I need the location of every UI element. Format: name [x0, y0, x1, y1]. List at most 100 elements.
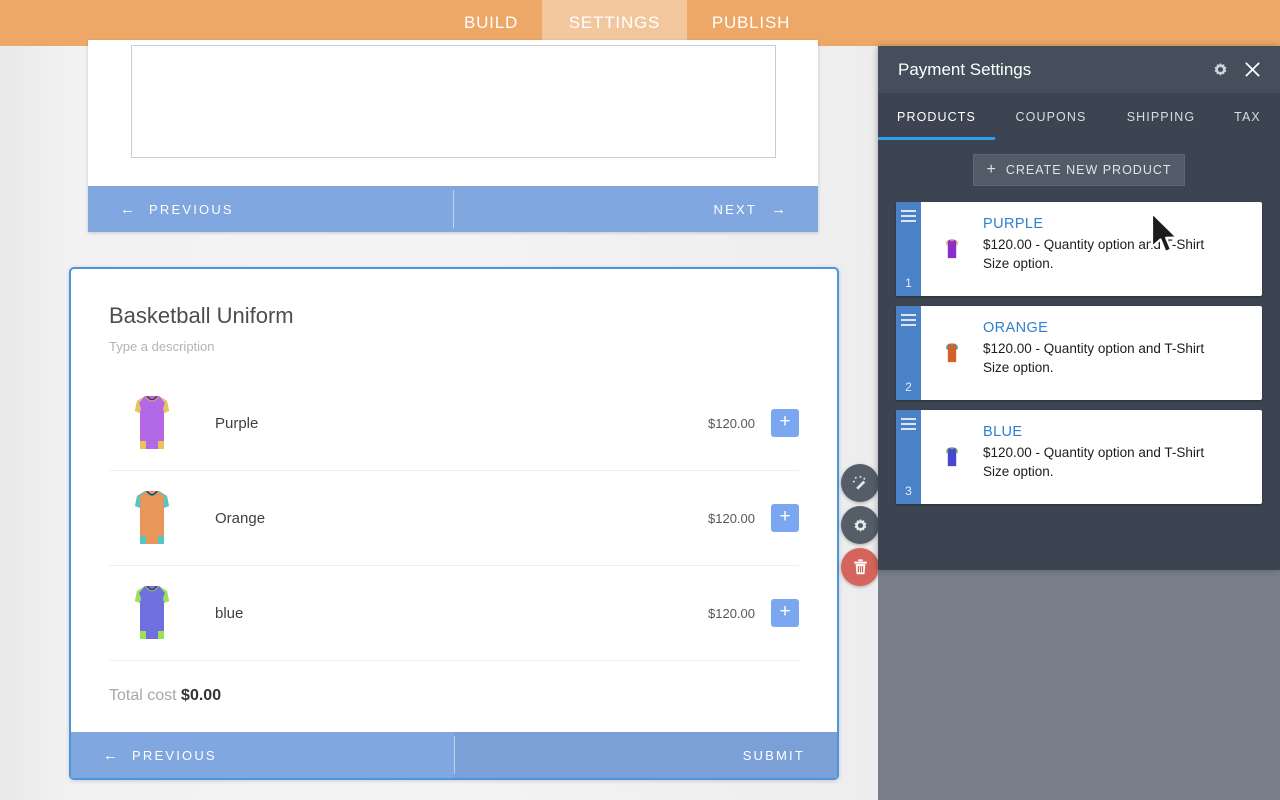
total-cost-value: $0.00	[181, 687, 221, 704]
drag-handle[interactable]: 2	[896, 306, 921, 400]
product-index: 1	[905, 276, 912, 290]
description-textarea[interactable]	[131, 45, 776, 158]
total-cost-row: Total cost $0.00	[109, 687, 799, 705]
magic-wand-button[interactable]	[841, 464, 879, 502]
trash-icon	[852, 558, 869, 576]
upper-previous-label: PREVIOUS	[149, 202, 234, 217]
product-rows: Purple $120.00 +	[109, 376, 799, 661]
upper-previous-button[interactable]: ← PREVIOUS	[88, 186, 453, 232]
product-name: blue	[195, 605, 708, 622]
jersey-blue-icon	[945, 444, 959, 470]
panel-product-name: PURPLE	[983, 216, 1252, 232]
settings-gear-button[interactable]	[841, 506, 879, 544]
delete-button[interactable]	[841, 548, 879, 586]
panel-close-button[interactable]	[1243, 60, 1262, 79]
create-new-product-label: CREATE NEW PRODUCT	[1006, 163, 1172, 177]
page-title: Basketball Uniform	[109, 303, 799, 329]
hamburger-icon	[901, 210, 916, 225]
product-index: 2	[905, 380, 912, 394]
jersey-icon	[921, 306, 983, 400]
product-name: Purple	[195, 415, 708, 432]
jersey-orange-icon	[945, 340, 959, 366]
product-price: $120.00	[708, 606, 755, 621]
jersey-icon	[109, 394, 195, 452]
submit-button[interactable]: SUBMIT	[454, 732, 837, 778]
magic-wand-icon	[851, 474, 870, 493]
drag-handle[interactable]: 1	[896, 202, 921, 296]
upper-card-navigation: ← PREVIOUS NEXT →	[88, 186, 818, 232]
panel-product-card[interactable]: 3 BLUE $120.00 - Quantity option and T-S…	[896, 410, 1262, 504]
add-product-button[interactable]: +	[771, 599, 799, 627]
add-product-button[interactable]: +	[771, 504, 799, 532]
jersey-icon	[921, 410, 983, 504]
jersey-icon	[109, 584, 195, 642]
jersey-icon	[109, 489, 195, 547]
payment-settings-panel: Payment Settings PRODUCTS COUPONS	[878, 46, 1280, 570]
form-card-upper: ← PREVIOUS NEXT →	[88, 40, 818, 232]
arrow-left-icon: ←	[103, 747, 118, 764]
upper-next-button[interactable]: NEXT →	[453, 186, 818, 232]
product-name: Orange	[195, 510, 708, 527]
panel-product-info: ORANGE $120.00 - Quantity option and T-S…	[983, 306, 1262, 400]
product-list-inner: Basketball Uniform Type a description	[71, 269, 837, 705]
upper-nav-divider	[453, 190, 454, 228]
panel-gear-button[interactable]	[1212, 61, 1229, 78]
panel-tab-products-label: PRODUCTS	[897, 110, 976, 124]
panel-tab-coupons-label: COUPONS	[1016, 110, 1087, 124]
panel-tab-shipping[interactable]: SHIPPING	[1107, 93, 1215, 140]
app-root: BUILD SETTINGS PUBLISH ← PREVIOUS NEXT →…	[0, 0, 1280, 800]
panel-tab-coupons[interactable]: COUPONS	[995, 93, 1107, 140]
panel-product-card[interactable]: 1 PURPLE $120.00 - Quantity option and T…	[896, 202, 1262, 296]
panel-tab-tax[interactable]: TAX	[1215, 93, 1280, 140]
panel-product-info: PURPLE $120.00 - Quantity option and T-S…	[983, 202, 1262, 296]
product-row[interactable]: Purple $120.00 +	[109, 376, 799, 471]
panel-product-name: ORANGE	[983, 320, 1252, 336]
floating-action-buttons	[841, 464, 881, 590]
product-price: $120.00	[708, 511, 755, 526]
product-row[interactable]: blue $120.00 +	[109, 566, 799, 661]
add-product-button[interactable]: +	[771, 409, 799, 437]
main-previous-button[interactable]: ← PREVIOUS	[71, 732, 454, 778]
panel-tab-tax-label: TAX	[1234, 110, 1261, 124]
drag-handle[interactable]: 3	[896, 410, 921, 504]
form-card-product-list[interactable]: Basketball Uniform Type a description	[69, 267, 839, 780]
panel-title: Payment Settings	[898, 60, 1198, 80]
panel-tab-shipping-label: SHIPPING	[1127, 110, 1196, 124]
panel-body: + CREATE NEW PRODUCT 1	[878, 140, 1280, 504]
total-cost-label: Total cost	[109, 687, 177, 704]
product-row[interactable]: Orange $120.00 +	[109, 471, 799, 566]
hamburger-icon	[901, 314, 916, 329]
main-card-navigation: ← PREVIOUS SUBMIT	[71, 732, 837, 778]
tab-settings-label: SETTINGS	[569, 13, 660, 33]
tab-build-label: BUILD	[464, 13, 518, 33]
upper-next-label: NEXT	[714, 202, 757, 217]
panel-tabs: PRODUCTS COUPONS SHIPPING TAX	[878, 93, 1280, 140]
panel-product-details: $120.00 - Quantity option and T-Shirt Si…	[983, 235, 1215, 273]
jersey-orange-icon	[132, 489, 172, 547]
jersey-purple-icon	[945, 236, 959, 262]
description-placeholder[interactable]: Type a description	[109, 339, 799, 354]
jersey-blue-icon	[132, 584, 172, 642]
arrow-right-icon: →	[771, 201, 786, 218]
panel-product-info: BLUE $120.00 - Quantity option and T-Shi…	[983, 410, 1262, 504]
jersey-purple-icon	[132, 394, 172, 452]
panel-product-card[interactable]: 2 ORANGE $120.00 - Quantity option and T…	[896, 306, 1262, 400]
plus-icon: +	[986, 161, 996, 179]
close-icon	[1243, 60, 1262, 79]
gear-icon	[1212, 61, 1229, 78]
product-index: 3	[905, 484, 912, 498]
panel-product-details: $120.00 - Quantity option and T-Shirt Si…	[983, 443, 1215, 481]
submit-label: SUBMIT	[743, 748, 805, 763]
gear-icon	[852, 517, 869, 534]
arrow-left-icon: ←	[120, 201, 135, 218]
panel-header: Payment Settings	[878, 46, 1280, 93]
jersey-icon	[921, 202, 983, 296]
tab-publish-label: PUBLISH	[712, 13, 790, 33]
panel-product-details: $120.00 - Quantity option and T-Shirt Si…	[983, 339, 1215, 377]
main-previous-label: PREVIOUS	[132, 748, 217, 763]
hamburger-icon	[901, 418, 916, 433]
product-price: $120.00	[708, 416, 755, 431]
panel-tab-products[interactable]: PRODUCTS	[878, 93, 995, 140]
create-new-product-button[interactable]: + CREATE NEW PRODUCT	[973, 154, 1185, 186]
panel-product-name: BLUE	[983, 424, 1252, 440]
